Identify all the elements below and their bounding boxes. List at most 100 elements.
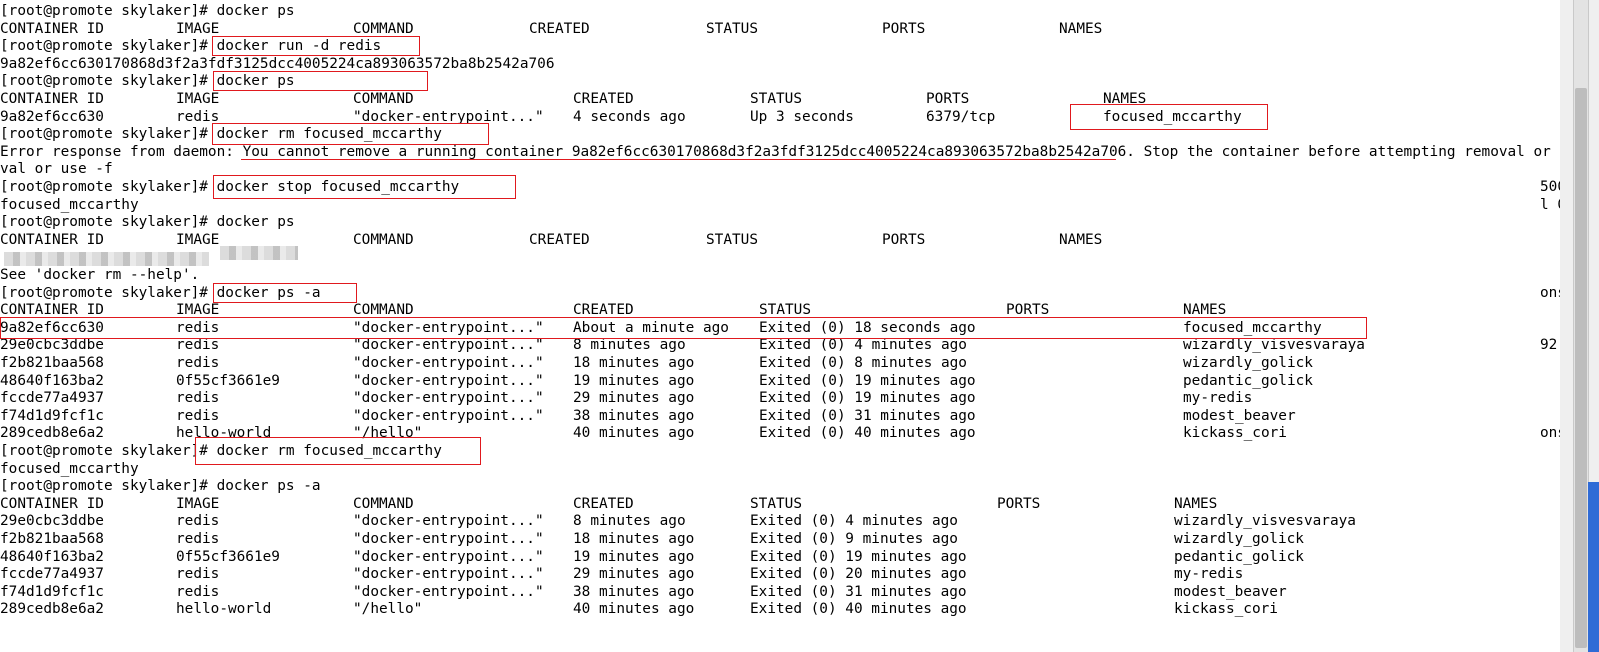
table-cell: PORTS	[926, 91, 970, 107]
table-cell: redis	[176, 407, 220, 424]
prompt-line: [root@promote skylaker]# docker stop foc…	[0, 178, 459, 196]
output-line: focused_mccarthy	[0, 196, 139, 213]
table-cell: 38 minutes ago	[573, 583, 695, 600]
table-cell: kickass_cori	[1174, 601, 1278, 618]
table-cell: Exited (0) 31 minutes ago	[759, 407, 976, 424]
command-text: docker ps	[207, 3, 295, 19]
table-cell: 289cedb8e6a2	[0, 425, 104, 442]
redacted-area	[4, 252, 209, 267]
table-cell: my-redis	[1183, 390, 1253, 407]
table-cell: 8 minutes ago	[573, 513, 686, 530]
prompt-line: [root@promote skylaker]# docker ps	[0, 72, 295, 90]
table-cell: 29 minutes ago	[573, 390, 695, 407]
table-cell: wizardly_golick	[1174, 531, 1304, 547]
table-cell: STATUS	[759, 302, 811, 319]
shell-prompt: [root@promote skylaker]#	[0, 38, 208, 55]
command-text: docker ps	[207, 214, 295, 231]
table-cell: CONTAINER ID	[0, 302, 104, 319]
truncated-text: 500	[1540, 179, 1560, 195]
table-cell: PORTS	[882, 20, 926, 37]
table-cell: fccde77a4937	[0, 390, 104, 407]
output-line: See 'docker rm --help'.	[0, 267, 200, 283]
table-cell: 48640f163ba2	[0, 372, 104, 389]
table-cell: 6379/tcp	[926, 108, 996, 125]
table-cell: "docker-entrypoint..."	[353, 355, 544, 371]
table-cell: Exited (0) 40 minutes ago	[759, 425, 976, 442]
table-cell: NAMES	[1174, 495, 1218, 512]
table-row: fccde77a4937 redis "docker-entrypoint..." 2…	[0, 565, 1560, 583]
table-cell: "docker-entrypoint..."	[353, 372, 544, 389]
table-cell: redis	[176, 108, 220, 125]
table-cell: "docker-entrypoint..."	[353, 531, 544, 547]
table-cell: IMAGE	[176, 20, 220, 37]
table-cell: hello-world	[176, 601, 272, 618]
table-cell: 19 minutes ago	[573, 372, 695, 389]
table-cell: COMMAND	[353, 231, 414, 248]
table-cell: redis	[176, 390, 220, 407]
table-cell: "docker-entrypoint..."	[353, 407, 544, 424]
redacted-area	[220, 246, 298, 261]
table-cell: CREATED	[529, 231, 590, 248]
table-cell: "/hello"	[353, 601, 423, 618]
command-text: docker rm focused_mccarthy	[207, 443, 442, 459]
table-cell: redis	[176, 337, 220, 354]
table-cell: Exited (0) 31 minutes ago	[750, 583, 967, 600]
table-cell: "docker-entrypoint..."	[353, 583, 544, 600]
table-cell: Exited (0) 18 seconds ago	[759, 319, 976, 336]
table-cell: CREATED	[573, 91, 634, 107]
terminal-window[interactable]: [root@promote skylaker]# docker ps CONTAI…	[0, 0, 1560, 652]
table-cell: 29e0cbc3ddbe	[0, 513, 104, 530]
table-row: f2b821baa568 redis "docker-entrypoint..." 1…	[0, 530, 1560, 548]
shell-prompt: [root@promote skylaker]#	[0, 179, 208, 195]
table-row: 48640f163ba2 0f55cf3661e9 "docker-entrypoi…	[0, 372, 1560, 390]
table-cell: 0f55cf3661e9	[176, 548, 280, 565]
table-cell: my-redis	[1174, 566, 1244, 583]
table-cell: redis	[176, 513, 220, 530]
table-row: CONTAINER ID IMAGE COMMAND CREATED STATUS POR…	[0, 20, 1560, 38]
table-cell: wizardly_golick	[1183, 355, 1313, 371]
shell-prompt: [root@promote skylaker]#	[0, 284, 208, 301]
table-cell: Exited (0) 19 minutes ago	[759, 390, 976, 407]
table-row: f2b821baa568 redis "docker-entrypoint..." 1…	[0, 354, 1560, 372]
table-cell: pedantic_golick	[1183, 372, 1313, 389]
table-cell: CONTAINER ID	[0, 495, 104, 512]
table-row: 9a82ef6cc630 redis "docker-entrypoint..." A…	[0, 319, 1560, 337]
table-cell: PORTS	[1006, 302, 1050, 319]
prompt-line: [root@promote skylaker]# docker ps -a	[0, 477, 321, 495]
table-cell: 8 minutes ago	[573, 337, 686, 354]
table-cell: 4 seconds ago	[573, 108, 686, 125]
table-cell: STATUS	[750, 91, 802, 107]
table-cell: IMAGE	[176, 495, 220, 512]
table-cell: redis	[176, 319, 220, 336]
table-cell: NAMES	[1059, 20, 1103, 37]
table-cell: CREATED	[529, 20, 590, 37]
table-cell: "/hello"	[353, 425, 423, 442]
table-cell: PORTS	[882, 231, 926, 248]
vertical-scrollbar[interactable]	[1560, 0, 1599, 652]
table-cell: focused_mccarthy	[1183, 319, 1322, 336]
table-row: CONTAINER ID IMAGE COMMAND CREATED STATUS POR…	[0, 90, 1560, 108]
table-cell: "docker-entrypoint..."	[353, 513, 544, 530]
table-cell: focused_mccarthy	[1103, 108, 1242, 125]
table-cell: CREATED	[573, 495, 634, 512]
command-text: docker run -d redis	[207, 38, 382, 55]
table-cell: NAMES	[1183, 302, 1227, 319]
prompt-line: [root@promote skylaker]# docker ps	[0, 2, 295, 20]
prompt-line: [root@promote skylaker]# docker rm focus…	[0, 442, 442, 460]
table-cell: About a minute ago	[573, 319, 729, 336]
table-cell: "docker-entrypoint..."	[353, 390, 544, 407]
table-cell: Exited (0) 19 minutes ago	[750, 548, 967, 565]
table-cell: "docker-entrypoint..."	[353, 566, 544, 583]
scrollbar-track[interactable]	[1573, 0, 1589, 652]
table-cell: redis	[176, 566, 220, 583]
table-cell: CREATED	[573, 302, 634, 319]
table-cell: Exited (0) 4 minutes ago	[750, 513, 958, 530]
table-cell: 9a82ef6cc630	[0, 108, 104, 125]
shell-prompt: [root@promote skylaker]#	[0, 73, 208, 90]
table-cell: f2b821baa568	[0, 531, 104, 547]
table-cell: Up 3 seconds	[750, 108, 854, 125]
scrollbar-thumb[interactable]	[1575, 88, 1587, 648]
truncated-text: l 0x	[1540, 196, 1560, 213]
table-row: 9a82ef6cc630 redis "docker-entrypoint..." 4…	[0, 108, 1560, 126]
table-row: 289cedb8e6a2 hello-world "/hello" 40 minute…	[0, 600, 1560, 618]
